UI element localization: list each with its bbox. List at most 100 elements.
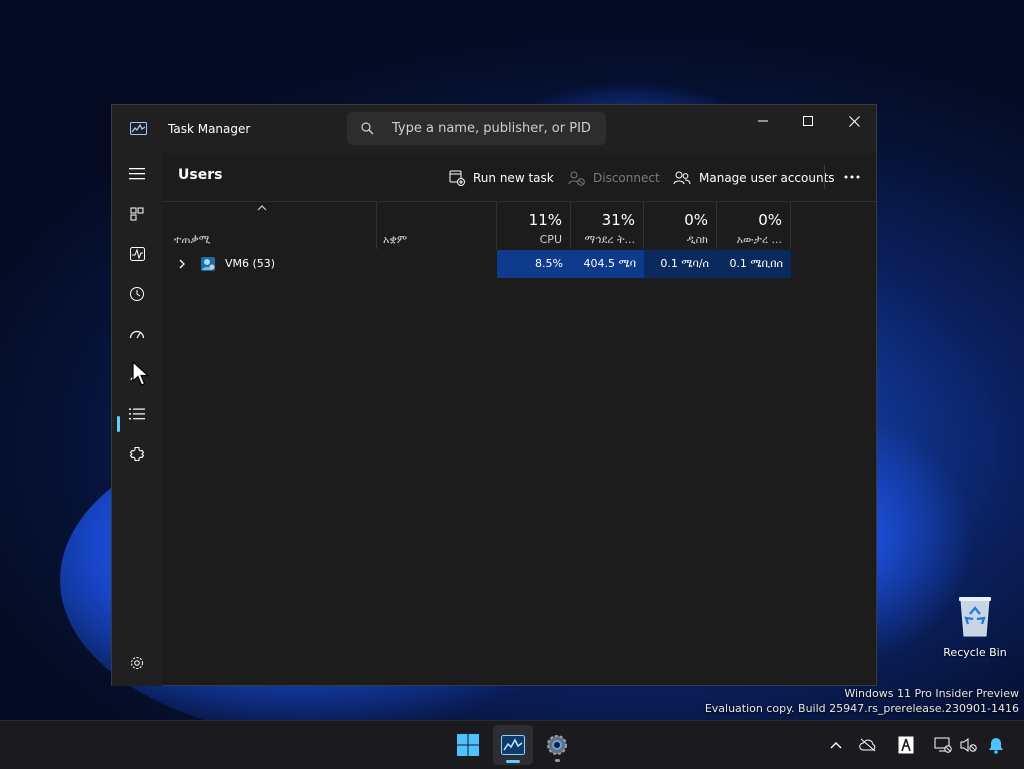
user-cell: VM6 (53) xyxy=(162,250,377,278)
column-label-disk: ዲስክ xyxy=(686,233,708,246)
nav-processes[interactable] xyxy=(117,198,157,230)
recycle-bin-label: Recycle Bin xyxy=(943,646,1007,659)
minimize-button[interactable] xyxy=(740,105,786,137)
memory-total-percent: 31% xyxy=(601,211,635,229)
processes-icon xyxy=(130,207,144,221)
network-total-percent: 0% xyxy=(758,211,782,229)
show-hidden-icons-button[interactable] xyxy=(825,735,847,755)
close-icon xyxy=(848,115,860,127)
task-manager-app-icon xyxy=(130,122,147,135)
hamburger-menu-icon xyxy=(129,168,145,180)
cloud-offline-icon xyxy=(859,738,876,752)
search-icon xyxy=(361,122,374,135)
taskbar xyxy=(0,720,1024,769)
maximize-icon xyxy=(802,115,813,126)
taskbar-settings[interactable] xyxy=(537,725,577,765)
column-label-cpu: CPU xyxy=(539,233,562,246)
running-indicator xyxy=(506,760,520,763)
expand-chevron-icon[interactable] xyxy=(178,259,186,269)
mouse-cursor-icon xyxy=(132,361,150,386)
startup-apps-icon xyxy=(129,330,145,339)
column-header-status[interactable]: አቋም xyxy=(377,201,497,249)
column-header-network[interactable]: 0% አውታረ ... xyxy=(717,201,791,249)
minimize-icon xyxy=(757,120,768,122)
volume-status[interactable] xyxy=(958,735,980,755)
settings-icon xyxy=(131,657,143,669)
recycle-bin[interactable]: Recycle Bin xyxy=(940,594,1010,659)
nav-details[interactable] xyxy=(117,398,157,430)
table-row[interactable]: VM6 (53) 8.5% 404.5 ሜባ 0.1 ሜባ/ሰ 0.1 ሜቢበሰ xyxy=(162,250,792,278)
recycle-bin-icon xyxy=(959,597,991,637)
users-page: Users Run new task Disconnect Manage use… xyxy=(162,153,876,685)
chevron-up-icon xyxy=(830,742,842,749)
manage-user-accounts-button[interactable]: Manage user accounts xyxy=(673,165,835,191)
maximize-button[interactable] xyxy=(785,105,831,137)
column-header-user[interactable]: ተጠቃሚ xyxy=(162,201,377,249)
user-avatar-icon xyxy=(200,257,215,271)
speaker-muted-icon xyxy=(960,738,977,752)
disk-total-percent: 0% xyxy=(684,211,708,229)
status-cell xyxy=(377,250,497,278)
user-name: VM6 (53) xyxy=(225,257,276,270)
task-manager-window: Task Manager Type a name, publisher, or … xyxy=(111,104,877,686)
search-box[interactable]: Type a name, publisher, or PID t... xyxy=(347,112,606,145)
cpu-total-percent: 11% xyxy=(528,211,562,229)
column-label-memory: ማኅደረ ት... xyxy=(584,233,635,246)
nav-startup-apps[interactable] xyxy=(117,318,157,350)
manage-accounts-label: Manage user accounts xyxy=(699,171,835,185)
settings-gear-icon xyxy=(547,735,567,755)
onedrive-status[interactable] xyxy=(857,735,879,755)
details-icon xyxy=(129,408,145,420)
toolbar: Users Run new task Disconnect Manage use… xyxy=(162,153,876,202)
column-label-status: አቋም xyxy=(383,233,408,246)
run-task-icon xyxy=(449,170,465,186)
windows-logo-icon xyxy=(457,734,479,756)
nav-settings[interactable] xyxy=(117,647,157,679)
performance-icon xyxy=(129,247,145,261)
watermark-edition: Windows 11 Pro Insider Preview xyxy=(844,687,1019,700)
bell-icon xyxy=(989,737,1003,754)
more-icon xyxy=(844,175,860,179)
hamburger-menu-button[interactable] xyxy=(117,158,157,190)
disk-cell: 0.1 ሜባ/ሰ xyxy=(644,250,717,278)
disconnect-icon xyxy=(568,171,585,186)
nav-app-history[interactable] xyxy=(117,278,157,310)
column-header-disk[interactable]: 0% ዲስክ xyxy=(644,201,717,249)
nav-performance[interactable] xyxy=(117,238,157,270)
network-status[interactable] xyxy=(932,735,954,755)
services-icon xyxy=(129,446,145,462)
column-header-cpu[interactable]: 11% CPU xyxy=(497,201,571,249)
run-new-task-label: Run new task xyxy=(473,171,554,185)
disconnect-button[interactable]: Disconnect xyxy=(568,165,660,191)
build-watermark: Windows 11 Pro Insider Preview Evaluatio… xyxy=(705,686,1019,716)
notifications-button[interactable] xyxy=(985,735,1007,755)
app-history-icon xyxy=(130,287,144,301)
manage-accounts-icon xyxy=(673,171,691,185)
close-button[interactable] xyxy=(831,105,877,137)
network-drive-status[interactable] xyxy=(895,735,917,755)
window-title: Task Manager xyxy=(168,122,251,136)
disconnect-label: Disconnect xyxy=(593,171,660,185)
run-new-task-button[interactable]: Run new task xyxy=(449,165,554,191)
column-label-network: አውታረ ... xyxy=(736,233,782,246)
taskbar-task-manager[interactable] xyxy=(493,725,533,765)
nav-services[interactable] xyxy=(117,438,157,470)
task-manager-taskbar-icon xyxy=(501,735,525,755)
page-title: Users xyxy=(178,167,223,183)
running-indicator xyxy=(555,759,560,762)
column-header-memory[interactable]: 31% ማኅደረ ት... xyxy=(571,201,644,249)
title-bar[interactable]: Task Manager Type a name, publisher, or … xyxy=(112,105,876,153)
network-disconnected-icon xyxy=(934,737,952,753)
search-input[interactable]: Type a name, publisher, or PID t... xyxy=(392,121,592,136)
navigation-sidebar xyxy=(112,153,162,686)
network-cell: 0.1 ሜቢበሰ xyxy=(717,250,791,278)
cpu-cell: 8.5% xyxy=(497,250,571,278)
memory-cell: 404.5 ሜባ xyxy=(571,250,644,278)
drive-icon xyxy=(898,736,914,754)
sort-ascending-icon xyxy=(257,205,267,211)
column-label-user: ተጠቃሚ xyxy=(174,233,211,246)
start-button[interactable] xyxy=(448,725,488,765)
more-options-button[interactable] xyxy=(840,167,864,187)
watermark-build: Evaluation copy. Build 25947.rs_prerelea… xyxy=(704,702,1019,715)
toolbar-divider xyxy=(824,165,825,189)
